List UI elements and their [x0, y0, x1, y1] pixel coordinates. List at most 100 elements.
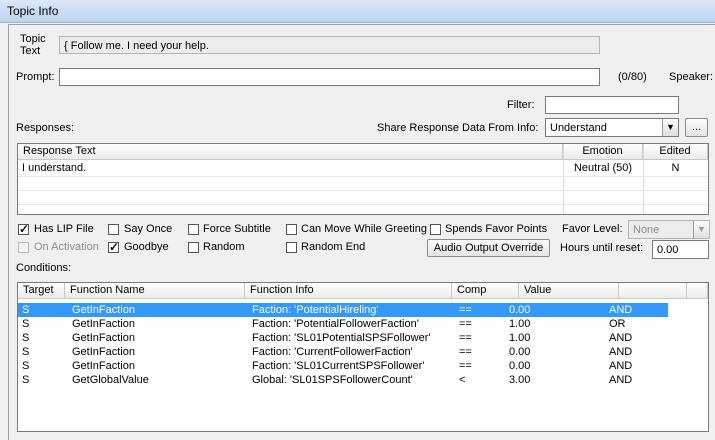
say-once-label: Say Once — [124, 223, 173, 235]
random-label: Random — [203, 241, 245, 253]
favor-level-value: None — [633, 224, 660, 236]
random-end-checkbox[interactable] — [286, 242, 297, 253]
hours-until-reset-label: Hours until reset: — [560, 242, 644, 254]
condition-info-cell: Global: 'SL01SPSFollowerCount' — [252, 374, 413, 386]
condition-comp-cell: == — [459, 346, 472, 358]
condition-row[interactable]: S GetInFaction Faction: 'PotentialFollower… — [18, 317, 668, 331]
responses-list[interactable]: Response Text Emotion Edited I understan… — [17, 143, 709, 215]
say-once-checkbox[interactable] — [108, 224, 119, 235]
filter-label: Filter: — [507, 99, 535, 111]
condition-row[interactable]: S GetInFaction Faction: 'SL01PotentialSPSF… — [18, 331, 668, 345]
col-value[interactable]: Value — [519, 283, 619, 299]
response-edited-cell: N — [671, 162, 680, 174]
responses-label: Responses: — [16, 122, 75, 134]
conditions-label: Conditions: — [16, 262, 72, 274]
prompt-input[interactable] — [59, 68, 600, 86]
col-edited[interactable]: Edited — [643, 144, 708, 160]
response-emotion-cell: Neutral (50) — [573, 162, 633, 174]
prompt-label: Prompt: — [16, 71, 55, 83]
spends-favor-points-label: Spends Favor Points — [445, 223, 548, 235]
condition-comp-cell: == — [459, 360, 472, 372]
condition-info-cell: Faction: 'SL01CurrentSPSFollower' — [252, 360, 425, 372]
condition-function-cell: GetInFaction — [72, 318, 135, 330]
filter-input[interactable] — [545, 96, 679, 114]
condition-row[interactable]: S GetInFaction Faction: 'SL01CurrentSPSFol… — [18, 359, 668, 373]
can-move-while-greeting-checkbox[interactable] — [286, 224, 297, 235]
condition-target-cell: S — [22, 332, 30, 344]
condition-info-cell: Faction: 'SL01PotentialSPSFollower' — [252, 332, 431, 344]
hours-until-reset-value: 0.00 — [657, 244, 679, 256]
condition-target-cell: S — [22, 360, 30, 372]
topic-label-line1: Topic — [20, 33, 46, 45]
condition-comp-cell: == — [459, 304, 472, 316]
condition-function-cell: GetInFaction — [72, 360, 135, 372]
title-bar: Topic Info — [0, 0, 715, 23]
condition-op-cell: OR — [609, 318, 626, 330]
condition-value-cell: 1.00 — [509, 318, 531, 330]
goodbye-checkbox[interactable] — [108, 240, 119, 254]
browse-button[interactable]: ... — [685, 118, 708, 137]
col-response-text[interactable]: Response Text — [18, 144, 563, 160]
col-operator[interactable] — [619, 283, 687, 299]
grid-line — [18, 204, 708, 205]
condition-function-cell: GetInFaction — [72, 304, 135, 316]
topic-label-line2: Text — [20, 45, 41, 57]
condition-value-cell: 3.00 — [509, 374, 531, 386]
force-subtitle-checkbox[interactable] — [188, 224, 199, 235]
chevron-down-icon[interactable]: ▼ — [662, 119, 678, 136]
condition-target-cell: S — [22, 318, 30, 330]
share-response-label: Share Response Data From Info: — [377, 122, 539, 134]
condition-comp-cell: == — [459, 332, 472, 344]
on-activation-checkbox[interactable] — [18, 242, 29, 253]
condition-value-cell: 1.00 — [509, 332, 531, 344]
can-move-while-greeting-label: Can Move While Greeting — [301, 223, 427, 235]
condition-value-cell: 0.00 — [509, 346, 531, 358]
condition-row[interactable]: S GetInFaction Faction: 'PotentialHireling… — [18, 303, 668, 317]
grid-line — [18, 190, 708, 191]
favor-level-label: Favor Level: — [562, 223, 623, 235]
condition-function-cell: GetInFaction — [72, 346, 135, 358]
condition-info-cell: Faction: 'PotentialFollowerFaction' — [252, 318, 419, 330]
condition-row[interactable]: S GetInFaction Faction: 'CurrentFollowerFa… — [18, 345, 668, 359]
col-function-name[interactable]: Function Name — [65, 283, 245, 299]
condition-function-cell: GetInFaction — [72, 332, 135, 344]
spends-favor-points-checkbox[interactable] — [430, 224, 441, 235]
conditions-list[interactable]: Target Function Name Function Info Comp … — [17, 282, 709, 432]
condition-info-cell: Faction: 'CurrentFollowerFaction' — [252, 346, 413, 358]
condition-target-cell: S — [22, 346, 30, 358]
favor-level-dropdown[interactable]: None ▼ — [628, 220, 710, 239]
window-title: Topic Info — [7, 4, 59, 18]
condition-function-cell: GetGlobalValue — [72, 374, 149, 386]
condition-info-cell: Faction: 'PotentialHireling' — [252, 304, 379, 316]
condition-target-cell: S — [22, 374, 30, 386]
condition-op-cell: AND — [609, 304, 633, 316]
goodbye-label: Goodbye — [124, 241, 169, 253]
chevron-down-icon[interactable]: ▼ — [693, 221, 709, 238]
col-emotion[interactable]: Emotion — [563, 144, 643, 160]
topic-text-value: { Follow me. I need your help. — [64, 40, 209, 52]
hours-until-reset-input[interactable]: 0.00 — [652, 240, 709, 259]
audio-output-override-button[interactable]: Audio Output Override — [427, 239, 550, 257]
speaker-label: Speaker: — [669, 71, 714, 83]
share-response-dropdown[interactable]: Understand ▼ — [545, 118, 679, 137]
condition-comp-cell: < — [459, 374, 466, 386]
col-function-info[interactable]: Function Info — [245, 283, 452, 299]
on-activation-label: On Activation — [34, 241, 99, 253]
col-target[interactable]: Target — [18, 283, 65, 299]
col-comp[interactable]: Comp — [452, 283, 519, 299]
condition-op-cell: AND — [609, 332, 633, 344]
condition-row[interactable]: S GetGlobalValue Global: 'SL01SPSFollowerC… — [18, 373, 668, 387]
force-subtitle-label: Force Subtitle — [203, 223, 271, 235]
response-row[interactable]: I understand. Neutral (50) N — [18, 161, 708, 175]
col-filler — [687, 283, 708, 299]
random-end-label: Random End — [301, 241, 366, 253]
condition-value-cell: 0.00 — [509, 360, 531, 372]
random-checkbox[interactable] — [188, 242, 199, 253]
condition-op-cell: AND — [609, 346, 633, 358]
has-lip-file-checkbox[interactable] — [18, 222, 29, 236]
condition-value-cell: 0.00 — [509, 304, 531, 316]
condition-op-cell: AND — [609, 374, 633, 386]
prompt-counter: (0/80) — [618, 71, 647, 83]
topic-text-field[interactable]: { Follow me. I need your help. — [59, 36, 600, 54]
condition-target-cell: S — [22, 304, 30, 316]
